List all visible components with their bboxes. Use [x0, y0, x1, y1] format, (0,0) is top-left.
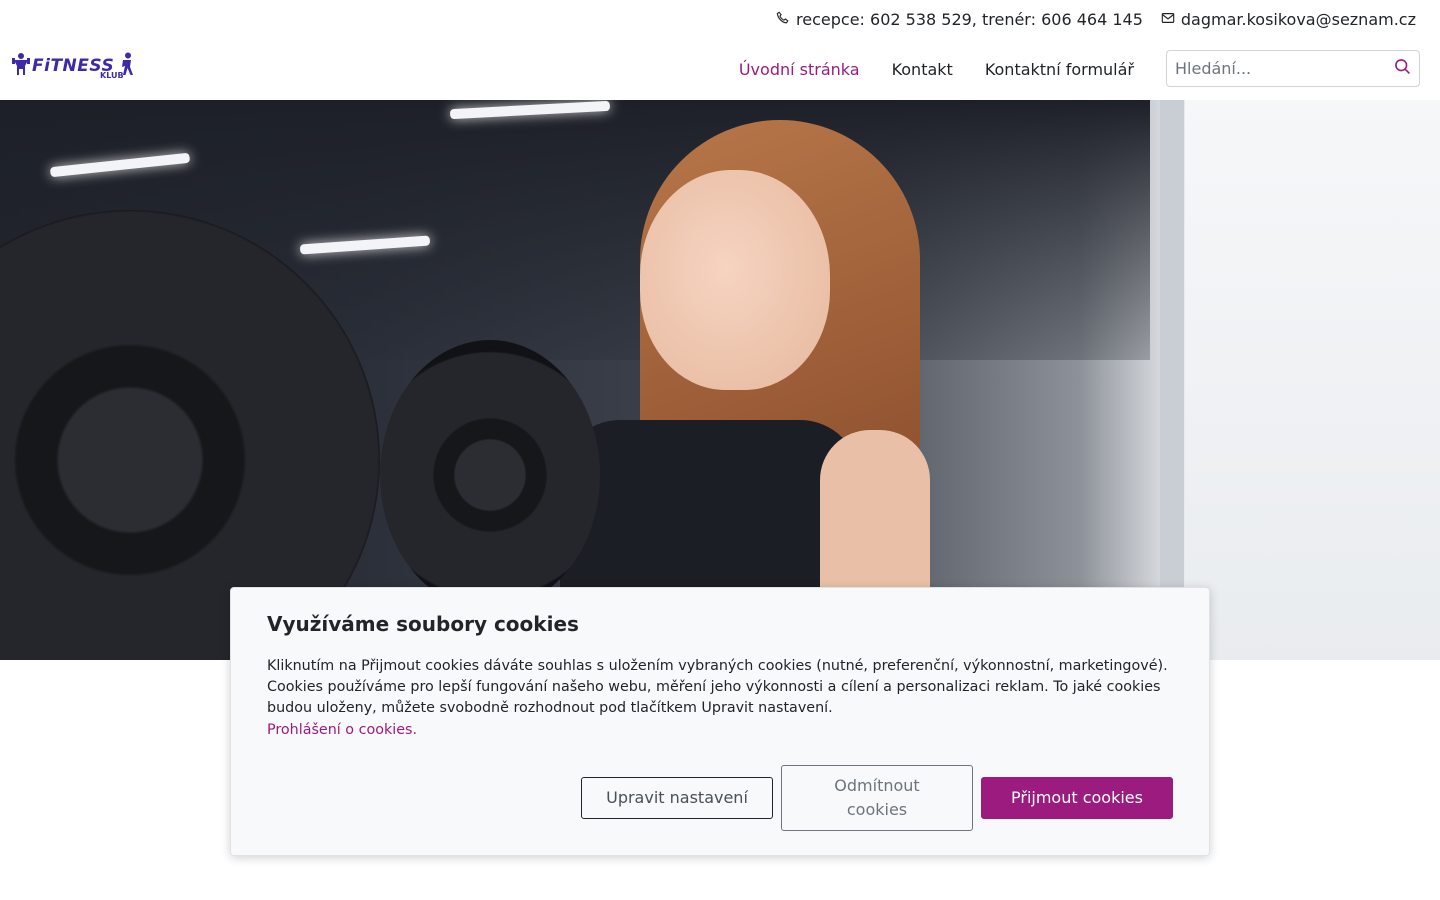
- cookie-buttons: Upravit nastavení Odmítnout cookies Přij…: [581, 765, 1173, 831]
- phone-contact[interactable]: recepce: 602 538 529, trenér: 606 464 14…: [776, 10, 1143, 29]
- email-text: dagmar.kosikova@seznam.cz: [1180, 9, 1416, 29]
- main-nav: Úvodní stránka Kontakt Kontaktní formulá…: [739, 38, 1134, 100]
- email-contact[interactable]: dagmar.kosikova@seznam.cz: [1161, 10, 1416, 29]
- envelope-icon: [1161, 10, 1175, 29]
- hero-image: [0, 100, 1440, 660]
- nav-item-contact[interactable]: Kontakt: [892, 60, 953, 79]
- cookie-dialog: Využíváme soubory cookies Kliknutím na P…: [230, 587, 1210, 856]
- cookie-accept-button[interactable]: Přijmout cookies: [981, 777, 1173, 819]
- cookie-settings-button[interactable]: Upravit nastavení: [581, 777, 773, 819]
- logo-sub: KLUB: [100, 71, 124, 80]
- site-logo[interactable]: FiTNESS KLUB: [12, 52, 134, 80]
- window-frame: [1160, 100, 1184, 660]
- search-input[interactable]: [1175, 59, 1394, 78]
- weight-plate-small: [380, 340, 600, 610]
- search-box: [1166, 50, 1420, 87]
- phone-icon: [776, 10, 790, 29]
- cookie-title: Využíváme soubory cookies: [267, 612, 579, 636]
- cookie-reject-button[interactable]: Odmítnout cookies: [781, 765, 973, 831]
- athlete-logo-icon: [12, 52, 30, 80]
- nav-item-home[interactable]: Úvodní stránka: [739, 60, 860, 79]
- search-icon[interactable]: [1394, 58, 1411, 79]
- cookie-statement-link[interactable]: Prohlášení o cookies.: [267, 722, 417, 738]
- contact-bar: recepce: 602 538 529, trenér: 606 464 14…: [0, 0, 1440, 38]
- nav-item-contact-form[interactable]: Kontaktní formulář: [985, 60, 1134, 79]
- site-header: FiTNESS KLUB Úvodní stránka Kontakt Kont…: [0, 38, 1440, 100]
- gym-window: [1185, 100, 1440, 660]
- hero-person-face: [640, 170, 830, 390]
- phone-text: recepce: 602 538 529, trenér: 606 464 14…: [796, 9, 1143, 29]
- cookie-text: Kliknutím na Přijmout cookies dáváte sou…: [267, 658, 1168, 716]
